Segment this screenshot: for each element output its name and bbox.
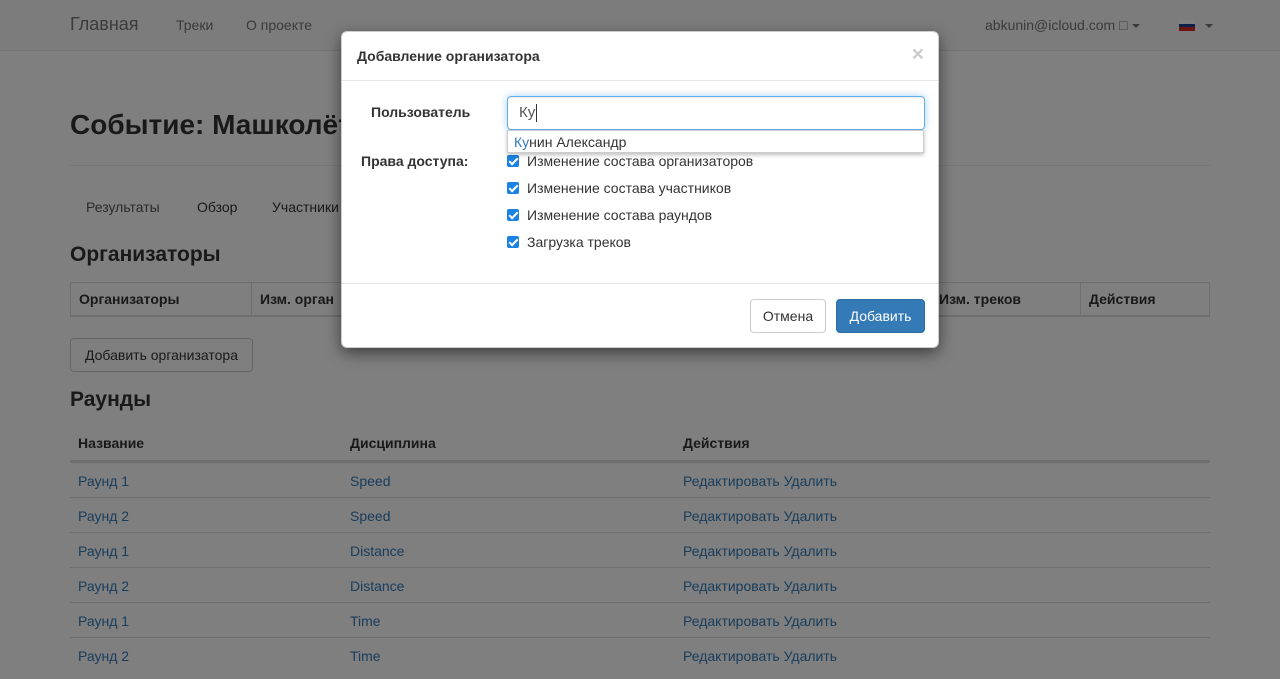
user-field-label: Пользователь <box>371 104 471 120</box>
permission-checkbox[interactable] <box>507 155 519 167</box>
access-rights-label: Права доступа: <box>361 153 469 169</box>
modal-header: Добавление организатора × <box>342 32 938 81</box>
permission-label: Изменение состава раундов <box>527 207 713 223</box>
autocomplete-option[interactable]: Кунин Александр <box>514 134 626 150</box>
close-icon[interactable]: × <box>912 44 924 65</box>
permission-checkbox[interactable] <box>507 236 519 248</box>
modal-footer-divider <box>342 283 938 284</box>
modal-title: Добавление организатора <box>357 48 540 64</box>
permission-label: Изменение состава организаторов <box>527 153 754 169</box>
permission-checkbox[interactable] <box>507 182 519 194</box>
permission-label: Изменение состава участников <box>527 180 732 196</box>
autocomplete-dropdown: Кунин Александр <box>507 130 924 153</box>
suggestion-match: Ку <box>514 134 530 150</box>
add-button[interactable]: Добавить <box>836 299 925 333</box>
permission-checkbox[interactable] <box>507 209 519 221</box>
permission-label: Загрузка треков <box>527 234 631 250</box>
user-search-input[interactable]: Ку <box>507 96 925 130</box>
text-cursor <box>536 104 538 123</box>
user-input-value: Ку <box>519 104 536 121</box>
cancel-button[interactable]: Отмена <box>750 299 826 333</box>
add-organizer-dialog: Добавление организатора × Пользователь К… <box>341 31 939 348</box>
suggestion-rest: нин Александр <box>529 134 627 150</box>
